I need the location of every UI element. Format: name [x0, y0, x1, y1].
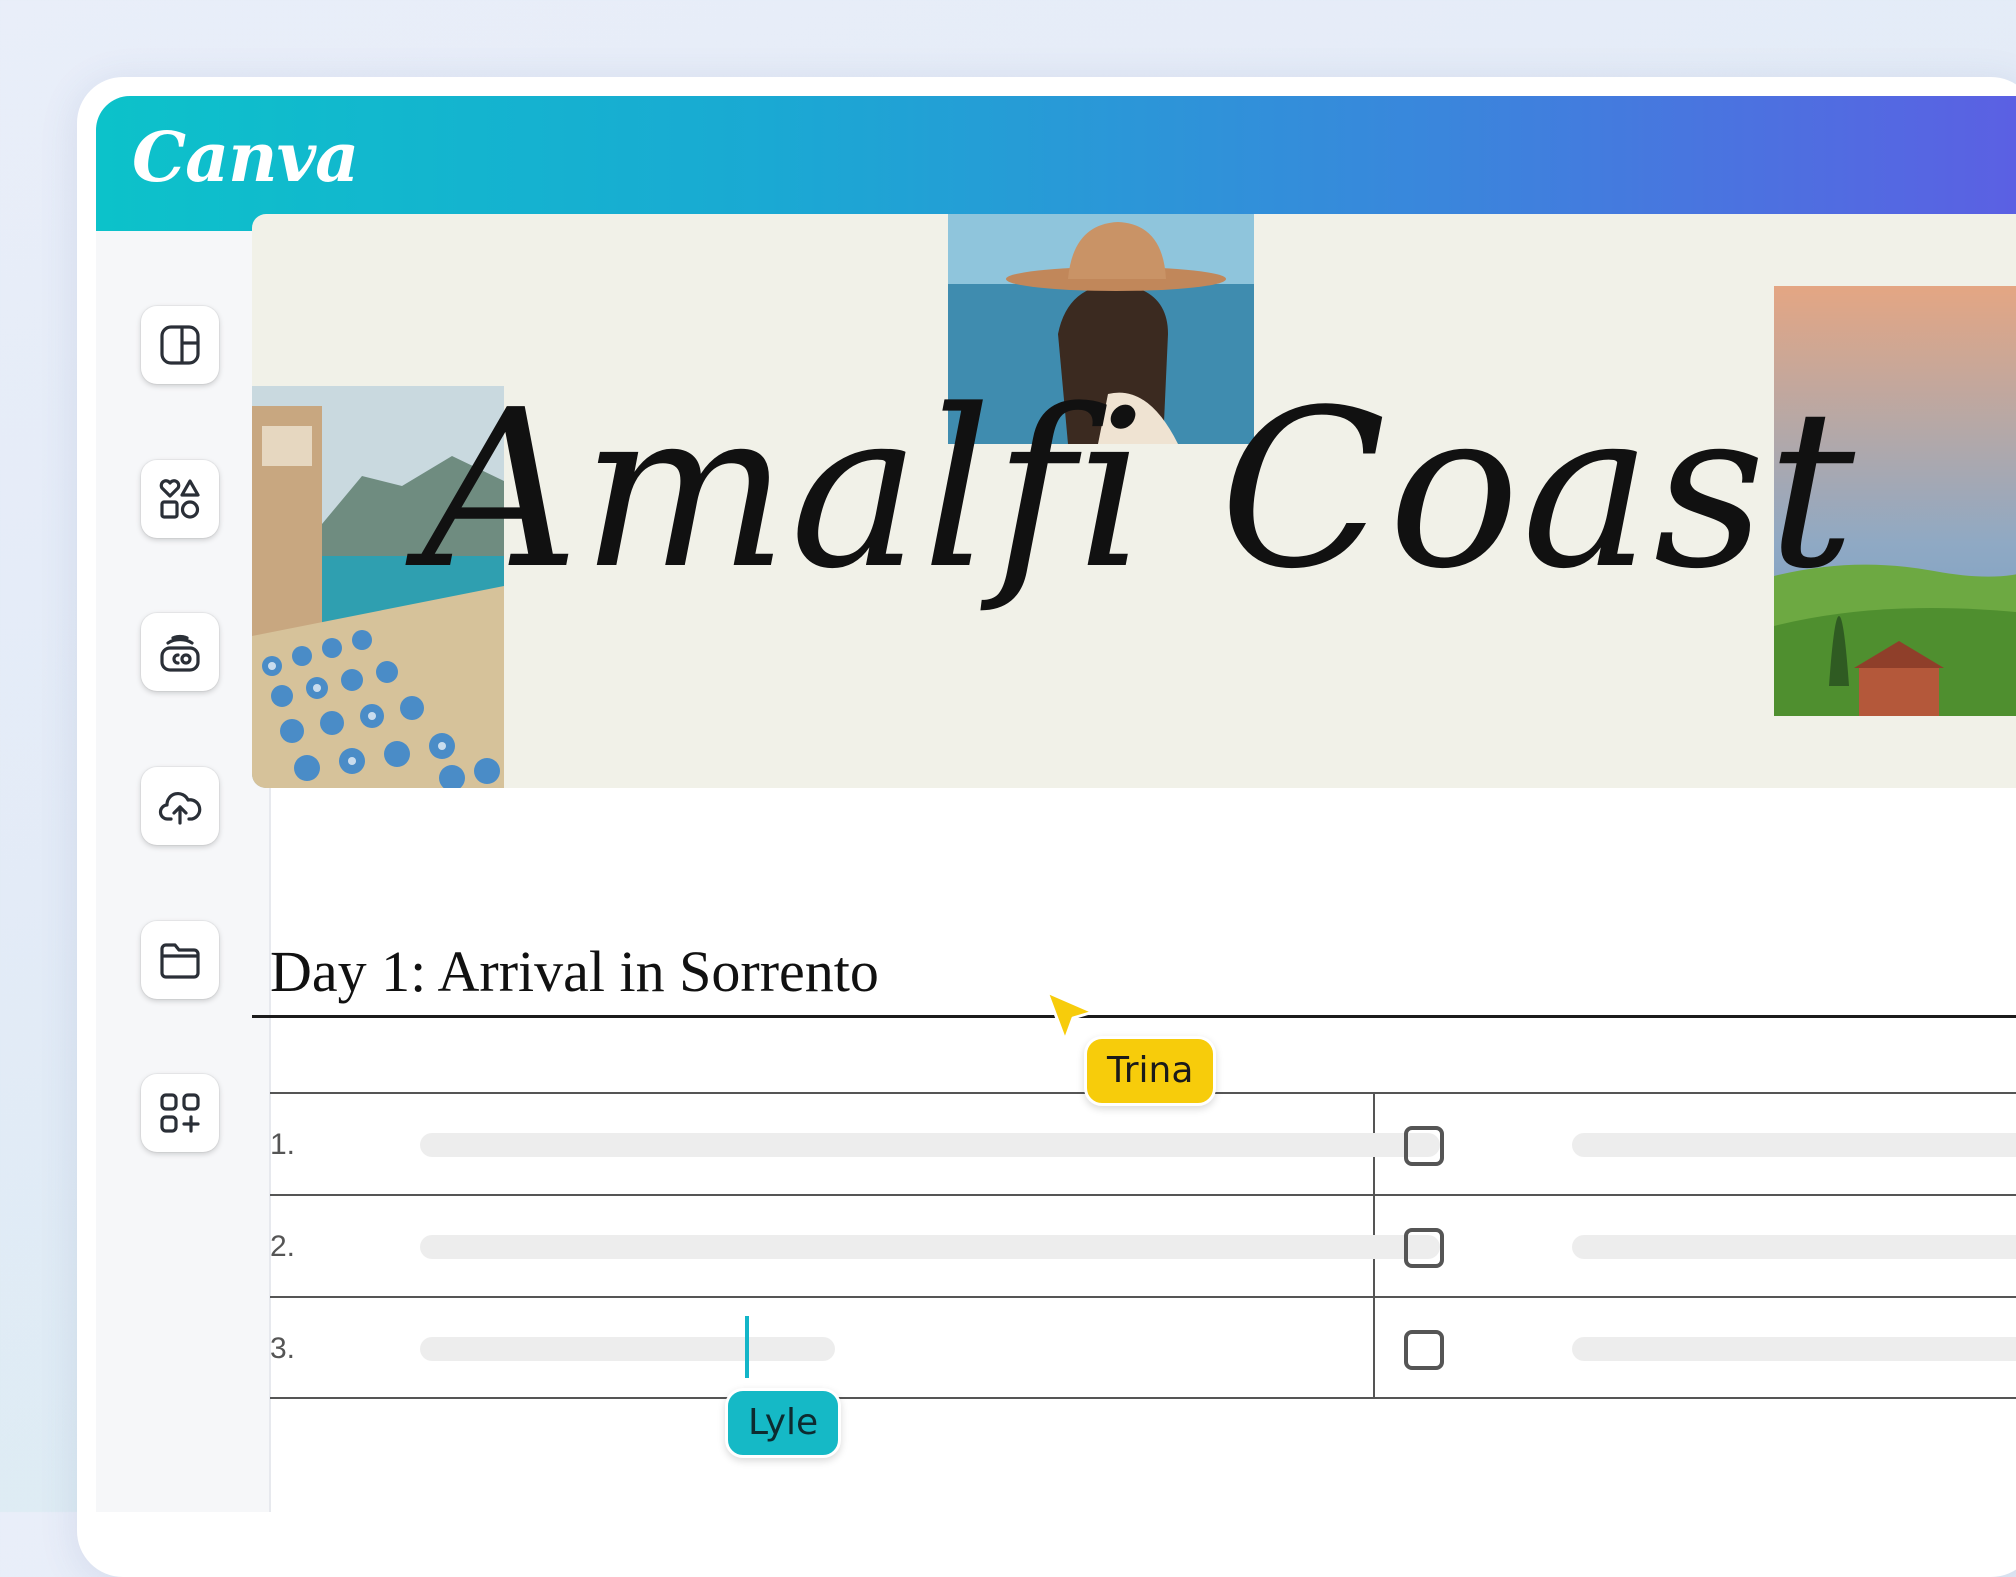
row-number: 2.: [270, 1230, 296, 1263]
lyle-text-cursor: [745, 1316, 749, 1378]
text-placeholder[interactable]: [1572, 1235, 2016, 1259]
apps-icon: [160, 1093, 200, 1133]
sidebar-item-uploads[interactable]: [141, 767, 219, 845]
sidebar-item-brand[interactable]: [141, 613, 219, 691]
brand-kit-icon: [160, 634, 200, 672]
row-number: 1.: [270, 1128, 296, 1161]
upload-cloud-icon: [158, 792, 202, 825]
heading-divider: [252, 1015, 2016, 1018]
collaborator-tag-lyle: Lyle: [725, 1388, 842, 1458]
sidebar-item-apps[interactable]: [141, 1074, 219, 1152]
table-border: [270, 1397, 2016, 1399]
sidebar-item-projects[interactable]: [141, 921, 219, 999]
folder-icon: [160, 943, 200, 979]
sidebar-item-elements[interactable]: [141, 460, 219, 538]
day-heading[interactable]: Day 1: Arrival in Sorrento: [270, 938, 879, 1005]
collaborator-tag-trina: Trina: [1084, 1036, 1217, 1106]
text-placeholder[interactable]: [420, 1337, 835, 1361]
cursor-pointer-icon: [1045, 990, 1095, 1042]
sidebar-item-design[interactable]: [141, 306, 219, 384]
row-number: 3.: [270, 1332, 296, 1365]
canva-logo[interactable]: Canva: [132, 118, 359, 198]
text-placeholder[interactable]: [1572, 1337, 2016, 1361]
app-header: Canva: [96, 96, 2016, 231]
text-placeholder[interactable]: [420, 1235, 1440, 1259]
side-panel: [96, 231, 271, 1512]
text-placeholder[interactable]: [420, 1133, 1440, 1157]
title-banner[interactable]: Amalfi Coast: [252, 214, 2016, 788]
task-checkbox[interactable]: [1404, 1330, 1444, 1370]
layout-icon: [160, 325, 200, 365]
table-border: [270, 1194, 2016, 1196]
elements-icon: [159, 479, 200, 519]
task-checkbox[interactable]: [1404, 1228, 1444, 1268]
banner-title[interactable]: Amalfi Coast: [422, 364, 2016, 617]
text-placeholder[interactable]: [1572, 1133, 2016, 1157]
task-checkbox[interactable]: [1404, 1126, 1444, 1166]
table-border: [270, 1296, 2016, 1298]
